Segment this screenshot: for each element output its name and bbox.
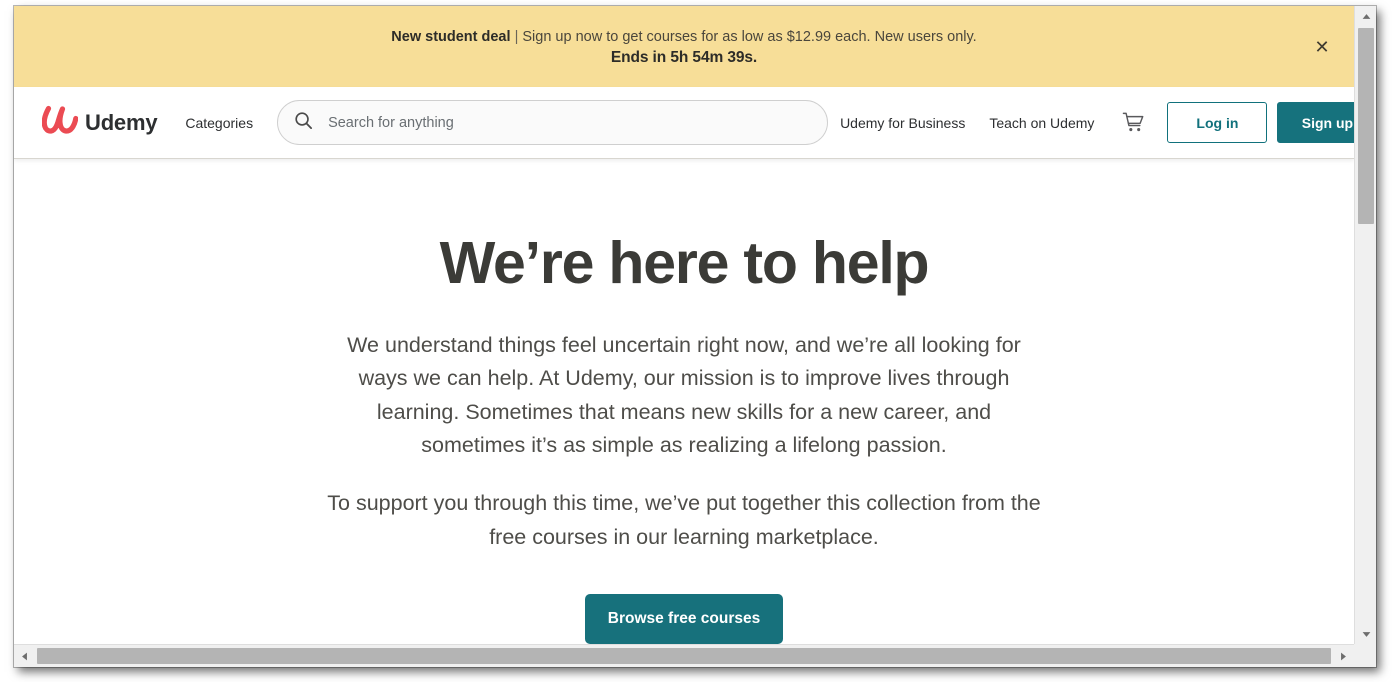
page-title: We’re here to help xyxy=(439,230,930,296)
shopping-cart-icon[interactable] xyxy=(1106,105,1157,140)
promo-message: Sign up now to get courses for as low as… xyxy=(522,28,977,45)
promo-separator: | xyxy=(514,28,519,45)
chevron-down-icon[interactable] xyxy=(1355,624,1376,644)
udemy-for-business-link[interactable]: Udemy for Business xyxy=(828,107,977,139)
scrollbar-corner xyxy=(1354,644,1376,667)
promo-banner: New student deal | Sign up now to get co… xyxy=(14,6,1354,87)
search-input[interactable] xyxy=(326,113,812,132)
promo-banner-text: New student deal | Sign up now to get co… xyxy=(391,25,976,68)
promo-countdown: Ends in 5h 54m 39s. xyxy=(610,48,758,66)
close-icon[interactable]: ✕ xyxy=(1308,33,1336,61)
browse-free-courses-button[interactable]: Browse free courses xyxy=(584,593,784,644)
horizontal-scrollbar[interactable] xyxy=(14,644,1354,667)
promo-banner-line-1: New student deal | Sign up now to get co… xyxy=(391,27,976,47)
signup-button[interactable]: Sign up xyxy=(1277,102,1354,143)
chevron-right-icon[interactable] xyxy=(1333,645,1354,667)
search-icon xyxy=(294,111,313,135)
hero-paragraph-1: We understand things feel uncertain righ… xyxy=(347,332,1021,457)
udemy-wordmark: Udemy xyxy=(85,109,158,135)
vertical-scrollbar-thumb[interactable] xyxy=(1358,28,1374,224)
categories-link[interactable]: Categories xyxy=(175,107,263,139)
chevron-up-icon[interactable] xyxy=(1355,6,1376,26)
chevron-left-icon[interactable] xyxy=(14,645,35,667)
page-viewport: New student deal | Sign up now to get co… xyxy=(14,6,1354,644)
horizontal-scrollbar-thumb[interactable] xyxy=(37,648,1331,664)
udemy-u-icon xyxy=(41,105,79,140)
hero-paragraph-2: To support you through this time, we’ve … xyxy=(327,491,1041,549)
main-content: We’re here to help We understand things … xyxy=(14,159,1354,644)
site-header: Udemy Categories Udemy for Business Teac… xyxy=(14,87,1354,159)
udemy-logo[interactable]: Udemy xyxy=(41,105,158,140)
vertical-scrollbar[interactable] xyxy=(1354,6,1376,644)
promo-deal-label: New student deal xyxy=(391,28,511,45)
login-button[interactable]: Log in xyxy=(1167,102,1268,143)
search-bar[interactable] xyxy=(277,100,829,145)
teach-on-udemy-link[interactable]: Teach on Udemy xyxy=(977,107,1106,139)
header-actions: Udemy for Business Teach on Udemy Log in… xyxy=(828,102,1354,143)
browser-window: New student deal | Sign up now to get co… xyxy=(14,6,1376,667)
